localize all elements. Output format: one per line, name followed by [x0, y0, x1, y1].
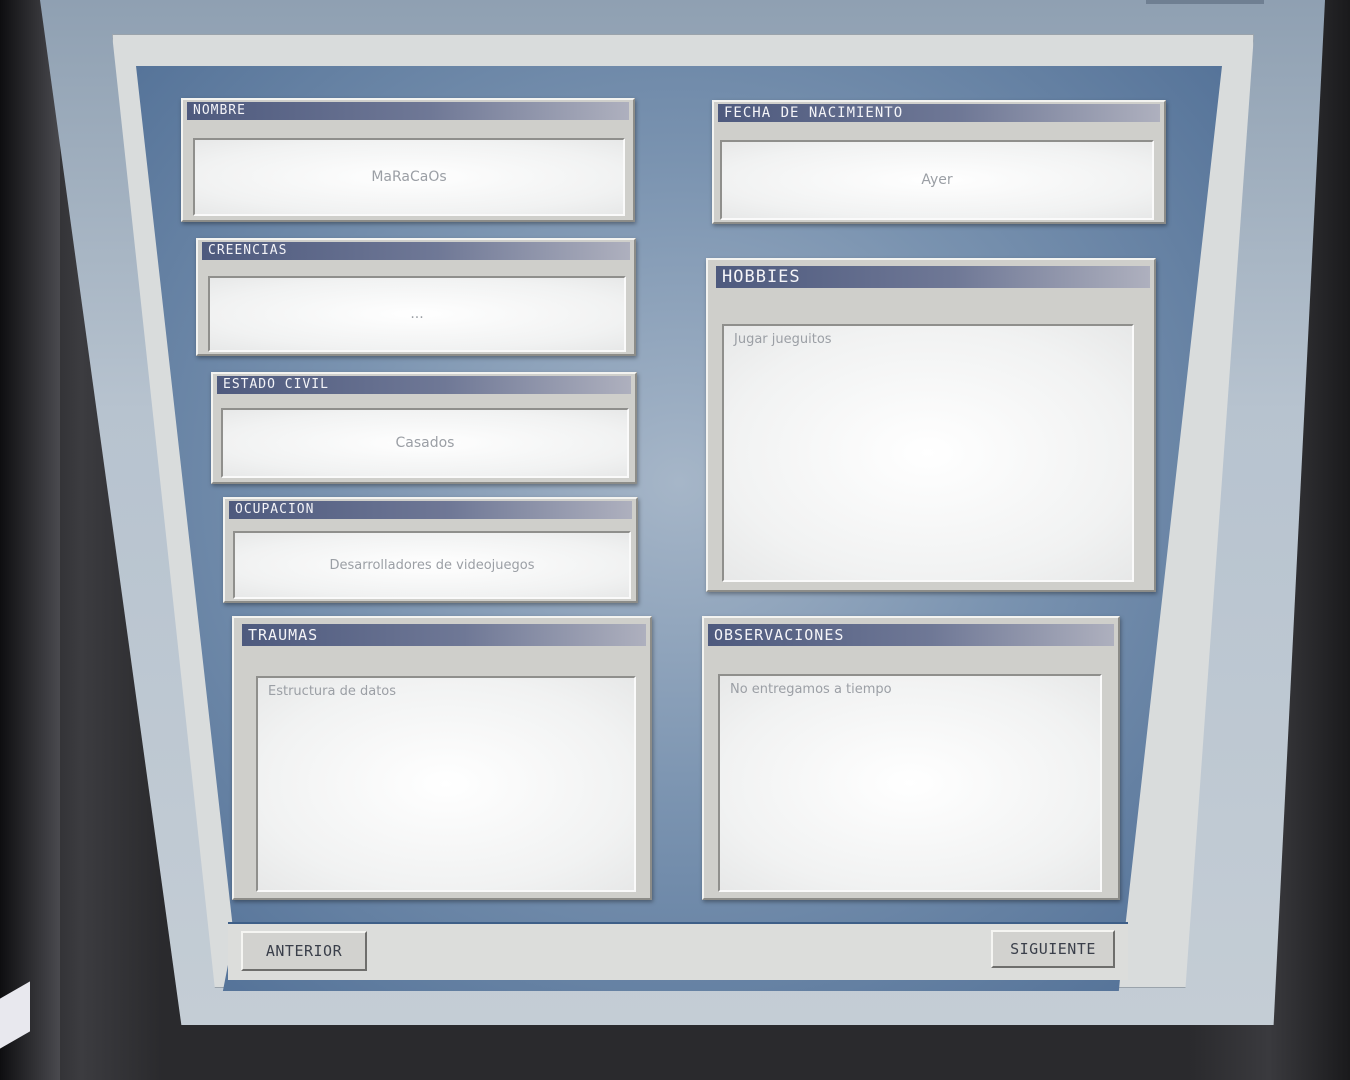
hobbies-panel: HOBBIES Jugar jueguitos	[706, 258, 1156, 592]
nombre-field[interactable]: MaRaCaOs	[193, 138, 625, 216]
estado-civil-panel: ESTADO CIVIL Casados	[211, 372, 637, 484]
fecha-panel: FECHA DE NACIMIENTO Ayer	[712, 100, 1166, 224]
top-tab	[1146, 0, 1264, 4]
observaciones-field[interactable]: No entregamos a tiempo	[718, 674, 1102, 892]
hobbies-label: HOBBIES	[716, 266, 1150, 288]
traumas-field[interactable]: Estructura de datos	[256, 676, 636, 892]
creencias-field[interactable]: ...	[208, 276, 626, 352]
observaciones-panel: OBSERVACIONES No entregamos a tiempo	[702, 616, 1120, 900]
traumas-panel: TRAUMAS Estructura de datos	[232, 616, 652, 900]
nombre-label: NOMBRE	[187, 102, 629, 120]
estado-civil-label: ESTADO CIVIL	[217, 376, 631, 394]
monitor-side	[0, 0, 60, 1080]
creencias-panel: CREENCIAS ...	[196, 238, 636, 356]
observaciones-label: OBSERVACIONES	[708, 624, 1114, 646]
traumas-label: TRAUMAS	[242, 624, 646, 646]
fecha-label: FECHA DE NACIMIENTO	[718, 104, 1160, 122]
ocupacion-panel: OCUPACION Desarrolladores de videojuegos	[223, 497, 638, 603]
siguiente-button[interactable]: SIGUIENTE	[991, 930, 1115, 968]
anterior-button[interactable]: ANTERIOR	[241, 931, 367, 971]
estado-civil-field[interactable]: Casados	[221, 408, 629, 478]
fecha-field[interactable]: Ayer	[720, 140, 1154, 220]
ocupacion-label: OCUPACION	[229, 501, 632, 519]
nombre-panel: NOMBRE MaRaCaOs	[181, 98, 635, 222]
ocupacion-field[interactable]: Desarrolladores de videojuegos	[233, 531, 631, 599]
hobbies-field[interactable]: Jugar jueguitos	[722, 324, 1134, 582]
creencias-label: CREENCIAS	[202, 242, 630, 260]
